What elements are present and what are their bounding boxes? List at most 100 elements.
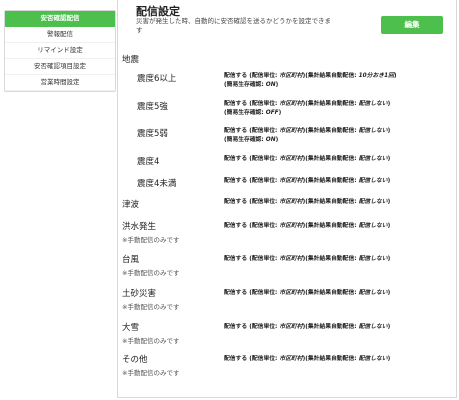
value-post: ): [387, 256, 391, 262]
value-post: ): [387, 156, 391, 162]
value-post: ): [387, 128, 391, 134]
value-mid: )(集計結果自動配信:: [302, 290, 359, 296]
value-unit: 市区町村: [279, 356, 303, 362]
value-auto: 配信しない: [358, 256, 388, 262]
row-label: 洪水発生: [122, 222, 157, 232]
row-value: 配信する (配信単位: 市区町村)(集計結果自動配信: 配信しない): [224, 177, 390, 186]
value-auto: 10分おき1回: [358, 73, 394, 79]
value-auto: 配信しない: [358, 356, 388, 362]
value-unit: 市区町村: [279, 178, 303, 184]
value-auto: 配信しない: [358, 178, 388, 184]
value-post: ): [387, 223, 391, 229]
sidebar-item-business-hours[interactable]: 営業時間設定: [5, 75, 115, 91]
section-title-earthquake: 地震: [122, 55, 140, 65]
row-value: 配信する (配信単位: 市区町村)(集計結果自動配信: 配信しない): [224, 355, 390, 364]
row-label: 震度5弱: [137, 129, 168, 139]
value-unit: 市区町村: [279, 156, 303, 162]
value-post: ): [387, 199, 391, 205]
value-prefix: 配信する (配信単位:: [224, 156, 280, 162]
manual-only-note: ※手動配信のみです: [122, 369, 180, 377]
value-mid: )(集計結果自動配信:: [302, 128, 359, 134]
value-mid: )(集計結果自動配信:: [302, 101, 359, 107]
row-value: 配信する (配信単位: 市区町村)(集計結果自動配信: 配信しない): [224, 323, 390, 332]
value-unit: 市区町村: [279, 199, 303, 205]
sidebar-item-safety-confirmation[interactable]: 安否確認配信: [5, 11, 115, 27]
value-mid: )(集計結果自動配信:: [302, 178, 359, 184]
value-mid: )(集計結果自動配信:: [302, 73, 359, 79]
value-auto: 配信しない: [358, 223, 388, 229]
value2-post: ): [275, 82, 279, 88]
value-post: ): [393, 73, 397, 79]
value-prefix: 配信する (配信単位:: [224, 256, 280, 262]
row-value: 配信する (配信単位: 市区町村)(集計結果自動配信: 10分おき1回) (簡易…: [224, 72, 397, 90]
value-unit: 市区町村: [279, 223, 303, 229]
value-post: ): [387, 178, 391, 184]
sidebar-item-alert-delivery[interactable]: 警報配信: [5, 27, 115, 43]
value-mid: )(集計結果自動配信:: [302, 199, 359, 205]
value-mid: )(集計結果自動配信:: [302, 324, 359, 330]
value-unit: 市区町村: [279, 290, 303, 296]
value-prefix: 配信する (配信単位:: [224, 223, 280, 229]
value-post: ): [387, 356, 391, 362]
value2-post: ): [275, 137, 279, 143]
value-prefix: 配信する (配信単位:: [224, 199, 280, 205]
edit-button[interactable]: 編集: [381, 16, 443, 34]
value2-val: ON: [265, 82, 276, 88]
row-value: 配信する (配信単位: 市区町村)(集計結果自動配信: 配信しない): [224, 255, 390, 264]
value-mid: )(集計結果自動配信:: [302, 156, 359, 162]
row-value: 配信する (配信単位: 市区町村)(集計結果自動配信: 配信しない): [224, 155, 390, 164]
row-value: 配信する (配信単位: 市区町村)(集計結果自動配信: 配信しない): [224, 222, 390, 231]
value-auto: 配信しない: [358, 156, 388, 162]
value-unit: 市区町村: [279, 324, 303, 330]
value2-val: OFF: [265, 110, 279, 116]
row-label: 大雪: [122, 323, 140, 333]
value-prefix: 配信する (配信単位:: [224, 324, 280, 330]
row-label: 台風: [122, 255, 140, 265]
value-post: ): [387, 324, 391, 330]
value2-prefix: (簡易生存確認:: [224, 82, 266, 88]
row-value: 配信する (配信単位: 市区町村)(集計結果自動配信: 配信しない) (簡易生存…: [224, 100, 390, 118]
value-auto: 配信しない: [358, 128, 388, 134]
value-post: ): [387, 290, 391, 296]
manual-only-note: ※手動配信のみです: [122, 337, 180, 345]
row-label: 震度4未満: [137, 179, 177, 189]
value-mid: )(集計結果自動配信:: [302, 223, 359, 229]
manual-only-note: ※手動配信のみです: [122, 236, 180, 244]
manual-only-note: ※手動配信のみです: [122, 269, 180, 277]
row-label: 津波: [122, 200, 140, 210]
page-description: 災害が発生した時、自動的に安否確認を送るかどうかを設定できます: [136, 17, 331, 34]
value-mid: )(集計結果自動配信:: [302, 256, 359, 262]
value-prefix: 配信する (配信単位:: [224, 178, 280, 184]
value-prefix: 配信する (配信単位:: [224, 290, 280, 296]
row-label: その他: [122, 355, 148, 365]
value-auto: 配信しない: [358, 101, 388, 107]
value-unit: 市区町村: [279, 101, 303, 107]
value-unit: 市区町村: [279, 73, 303, 79]
value-prefix: 配信する (配信単位:: [224, 73, 280, 79]
row-value: 配信する (配信単位: 市区町村)(集計結果自動配信: 配信しない): [224, 289, 390, 298]
value2-val: ON: [265, 137, 276, 143]
value-unit: 市区町村: [279, 256, 303, 262]
value2-prefix: (簡易生存確認:: [224, 110, 266, 116]
row-label: 震度5強: [137, 102, 168, 112]
manual-only-note: ※手動配信のみです: [122, 303, 180, 311]
row-value: 配信する (配信単位: 市区町村)(集計結果自動配信: 配信しない): [224, 198, 390, 207]
value2-prefix: (簡易生存確認:: [224, 137, 266, 143]
sidebar-item-reminder-settings[interactable]: リマインド設定: [5, 43, 115, 59]
value-prefix: 配信する (配信単位:: [224, 128, 280, 134]
sidebar-item-question-settings[interactable]: 安否確認項目設定: [5, 59, 115, 75]
settings-sidebar: 安否確認配信 警報配信 リマインド設定 安否確認項目設定 営業時間設定: [4, 10, 116, 92]
value-auto: 配信しない: [358, 199, 388, 205]
row-label: 土砂災害: [122, 289, 157, 299]
value-auto: 配信しない: [358, 290, 388, 296]
value-auto: 配信しない: [358, 324, 388, 330]
value-mid: )(集計結果自動配信:: [302, 356, 359, 362]
value-prefix: 配信する (配信単位:: [224, 101, 280, 107]
value2-post: ): [278, 110, 282, 116]
value-post: ): [387, 101, 391, 107]
row-label: 震度6以上: [137, 74, 177, 84]
value-prefix: 配信する (配信単位:: [224, 356, 280, 362]
value-unit: 市区町村: [279, 128, 303, 134]
row-label: 震度4: [137, 157, 160, 167]
row-value: 配信する (配信単位: 市区町村)(集計結果自動配信: 配信しない) (簡易生存…: [224, 127, 390, 145]
